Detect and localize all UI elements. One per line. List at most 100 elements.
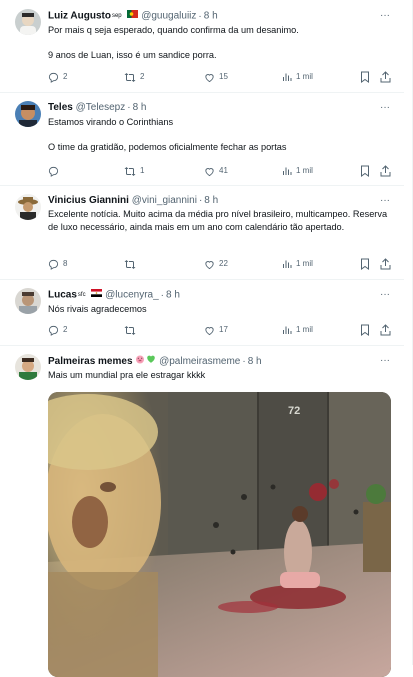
tweet-time[interactable]: 8 h (166, 290, 180, 301)
retweet-button[interactable]: 2 (124, 70, 144, 84)
display-name[interactable]: Palmeiras memes (48, 356, 133, 367)
user-handle[interactable]: @lucenyra_ (105, 290, 159, 301)
reply-icon (48, 166, 59, 177)
reply-button[interactable]: 2 (48, 323, 67, 337)
share-button[interactable] (380, 257, 391, 271)
views-count: 1 mil (296, 166, 313, 175)
views-icon (282, 166, 292, 176)
user-handle[interactable]: @vini_giannini (132, 195, 197, 206)
tweet-time[interactable]: 8 h (204, 11, 218, 22)
more-icon[interactable]: ··· (380, 356, 390, 366)
tweet-header: Vinicius Giannini @vini_giannini · 8 h (48, 194, 388, 208)
reply-button[interactable]: 8 (48, 257, 67, 271)
tweet-text: Estamos virando o Corinthians O time da … (48, 117, 287, 152)
retweet-button[interactable] (124, 323, 140, 337)
avatar[interactable] (15, 354, 41, 380)
user-handle[interactable]: @palmeirasmeme (159, 356, 240, 367)
tweet-text: Nós rivais agradecemos (48, 304, 147, 314)
views-button[interactable]: 1 mil (282, 257, 313, 271)
more-icon[interactable]: ··· (380, 196, 390, 206)
tweet-header: Teles @Telesepz · 8 h (48, 101, 388, 115)
views-button[interactable]: 1 mil (282, 323, 313, 337)
bookmark-button[interactable] (360, 164, 370, 178)
action-bar: 8 22 1 mil (48, 257, 392, 271)
share-icon (380, 165, 391, 177)
heart-icon (204, 166, 215, 177)
media-label: 72 (288, 405, 300, 417)
tweet-time[interactable]: 8 h (204, 195, 218, 206)
separator-dot: · (242, 356, 246, 368)
avatar[interactable] (15, 101, 41, 127)
like-count: 15 (219, 72, 228, 81)
retweet-icon (124, 259, 136, 270)
bookmark-icon (360, 324, 370, 336)
reply-count: 8 (63, 259, 68, 268)
like-button[interactable]: 41 (204, 164, 228, 178)
views-icon (282, 259, 292, 269)
tweet-header: Lucassfc @lucenyra_ · 8 h (48, 288, 388, 302)
like-button[interactable]: 15 (204, 70, 228, 84)
retweet-count: 2 (140, 72, 145, 81)
bookmark-icon (360, 71, 370, 83)
share-button[interactable] (380, 323, 391, 337)
retweet-count: 1 (140, 166, 145, 175)
retweet-icon (124, 325, 136, 336)
tweet[interactable]: Vinicius Giannini @vini_giannini · 8 h ···… (0, 186, 404, 280)
views-button[interactable]: 1 mil (282, 70, 313, 84)
timeline: Luiz Augustosep @guugaluiiz · 8 h ··· Por … (0, 0, 413, 677)
more-icon[interactable]: ··· (380, 103, 390, 113)
user-handle[interactable]: @guugaluiiz (141, 11, 196, 22)
egypt-flag-icon (91, 288, 103, 302)
tweet[interactable]: Lucassfc @lucenyra_ · 8 h ··· Nós rivais a… (0, 280, 404, 346)
green-heart-icon (146, 354, 156, 368)
share-button[interactable] (380, 70, 391, 84)
reply-button[interactable] (48, 164, 63, 178)
tweet-time[interactable]: 8 h (133, 102, 147, 113)
bookmark-button[interactable] (360, 70, 370, 84)
tweet-time[interactable]: 8 h (248, 356, 262, 367)
retweet-button[interactable] (124, 257, 140, 271)
heart-icon (204, 325, 215, 336)
separator-dot: · (198, 10, 202, 22)
views-count: 1 mil (296, 325, 313, 334)
reply-count: 2 (63, 325, 68, 334)
views-button[interactable]: 1 mil (282, 164, 313, 178)
display-name[interactable]: Lucas (48, 290, 77, 301)
bookmark-button[interactable] (360, 257, 370, 271)
tweet[interactable]: Luiz Augustosep @guugaluiiz · 8 h ··· Por … (0, 0, 404, 93)
tweet-text: Excelente notícia. Muito acima da média … (48, 209, 390, 232)
tweet-text: Mais um mundial pra ele estragar kkkk (48, 370, 206, 380)
avatar[interactable] (15, 9, 41, 35)
like-count: 22 (219, 259, 228, 268)
bookmark-icon (360, 258, 370, 270)
share-button[interactable] (380, 164, 391, 178)
action-bar: 2 2 15 1 mil (48, 70, 392, 84)
views-count: 1 mil (296, 72, 313, 81)
more-icon[interactable]: ··· (380, 290, 390, 300)
display-name[interactable]: Teles (48, 102, 73, 113)
more-icon[interactable]: ··· (380, 11, 390, 21)
name-badge: sep (111, 13, 122, 19)
share-icon (380, 71, 391, 83)
reply-count: 2 (63, 72, 68, 81)
display-name[interactable]: Vinicius Giannini (48, 195, 129, 206)
tweet-media-image[interactable]: 72 (48, 392, 391, 677)
reply-button[interactable]: 2 (48, 70, 67, 84)
user-handle[interactable]: @Telesepz (76, 102, 126, 113)
tweet[interactable]: Teles @Telesepz · 8 h ··· Estamos virando … (0, 93, 404, 186)
views-icon (282, 325, 292, 335)
display-name[interactable]: Luiz Augusto (48, 11, 111, 22)
separator-dot: · (127, 102, 131, 113)
heart-icon (204, 72, 215, 83)
tweet-header: Luiz Augustosep @guugaluiiz · 8 h (48, 9, 388, 23)
like-count: 17 (219, 325, 228, 334)
avatar[interactable] (15, 194, 41, 220)
bookmark-button[interactable] (360, 323, 370, 337)
like-button[interactable]: 22 (204, 257, 228, 271)
like-button[interactable]: 17 (204, 323, 228, 337)
retweet-button[interactable]: 1 (124, 164, 144, 178)
action-bar: 1 41 1 mil (48, 164, 392, 178)
tweet-header: Palmeiras memes @palmeirasmeme · 8 h (48, 354, 388, 368)
action-bar: 2 17 1 mil (48, 323, 392, 337)
avatar[interactable] (15, 288, 41, 314)
